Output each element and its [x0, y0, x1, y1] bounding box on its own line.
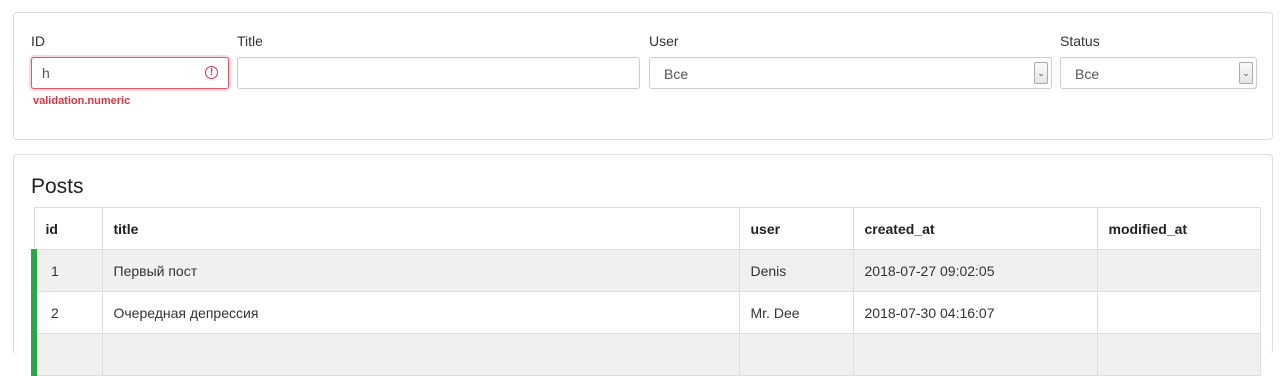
filter-panel: ID ! validation.numeric Title User Все ⌄… [13, 12, 1273, 140]
cell-title: Первый пост [101, 249, 740, 292]
user-filter-value: Все [664, 66, 689, 82]
user-filter-label: User [649, 33, 679, 49]
cell-id: 1 [31, 249, 103, 292]
exclamation-circle-icon: ! [205, 66, 218, 79]
cell-modified-at [1096, 249, 1261, 292]
table-header-row: id title user created_at modified_at [33, 207, 1261, 250]
column-header-title[interactable]: title [101, 207, 740, 250]
id-filter-input[interactable] [31, 57, 229, 89]
cell-id: 2 [31, 291, 103, 334]
status-filter-label: Status [1060, 33, 1100, 49]
cell-modified-at [1096, 291, 1261, 334]
cell-user: Denis [738, 249, 854, 292]
table-row[interactable] [31, 333, 1261, 376]
chevron-down-icon[interactable]: ⌄ [1239, 62, 1253, 84]
id-validation-error: validation.numeric [33, 95, 131, 107]
posts-panel: Posts id title user created_at modified_… [13, 154, 1273, 376]
posts-heading: Posts [31, 175, 84, 198]
title-filter-input[interactable] [237, 57, 640, 89]
column-header-modified-at[interactable]: modified_at [1096, 207, 1261, 250]
user-filter-select[interactable]: Все ⌄ [649, 57, 1052, 89]
chevron-down-icon[interactable]: ⌄ [1034, 62, 1048, 84]
cell-created-at: 2018-07-30 04:16:07 [852, 291, 1098, 334]
cell-modified-at [1096, 333, 1261, 376]
column-header-id[interactable]: id [33, 207, 103, 250]
status-filter-value: Все [1075, 66, 1100, 82]
table-row[interactable]: 2 Очередная депрессия Mr. Dee 2018-07-30… [31, 291, 1261, 334]
title-filter-label: Title [237, 33, 263, 49]
cell-user [738, 333, 854, 376]
cell-created-at: 2018-07-27 09:02:05 [852, 249, 1098, 292]
table-row[interactable]: 1 Первый пост Denis 2018-07-27 09:02:05 [31, 249, 1261, 292]
cell-title [101, 333, 740, 376]
column-header-created-at[interactable]: created_at [852, 207, 1098, 250]
cell-created-at [852, 333, 1098, 376]
cell-user: Mr. Dee [738, 291, 854, 334]
cell-title: Очередная депрессия [101, 291, 740, 334]
id-filter-label: ID [31, 33, 45, 49]
cell-id [31, 333, 103, 376]
status-filter-select[interactable]: Все ⌄ [1060, 57, 1257, 89]
column-header-user[interactable]: user [738, 207, 854, 250]
posts-table: id title user created_at modified_at 1 П… [31, 207, 1261, 376]
